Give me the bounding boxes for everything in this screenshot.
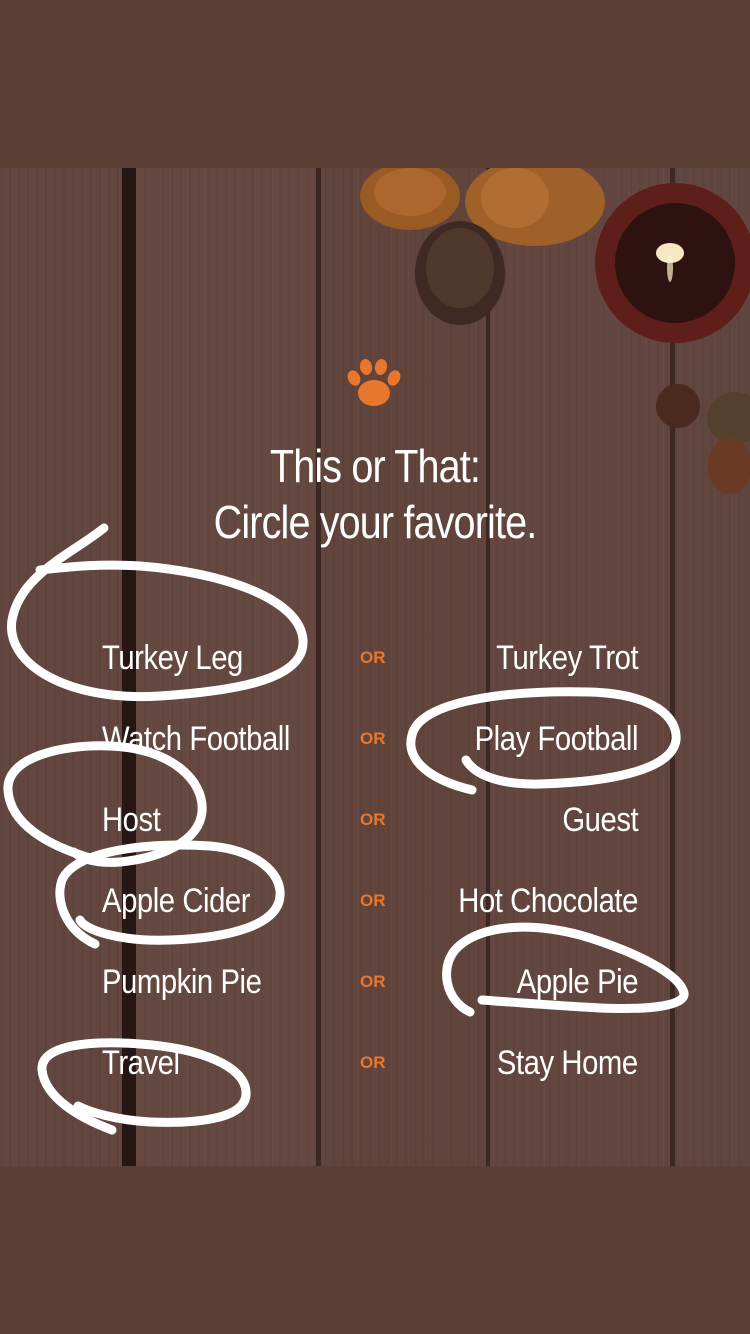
or-label: OR bbox=[360, 972, 386, 991]
or-label: OR bbox=[360, 1053, 386, 1072]
title-line-2: Circle your favorite. bbox=[213, 496, 538, 548]
option-left[interactable]: Apple Cider bbox=[102, 871, 250, 931]
option-left[interactable]: Turkey Leg bbox=[102, 628, 243, 688]
option-left[interactable]: Travel bbox=[102, 1033, 180, 1093]
story-bottom-bar bbox=[0, 1166, 750, 1334]
option-right[interactable]: Stay Home bbox=[497, 1033, 638, 1093]
or-label: OR bbox=[360, 810, 386, 829]
or-label: OR bbox=[360, 729, 386, 748]
option-right[interactable]: Hot Chocolate bbox=[458, 871, 638, 931]
page-title: This or That: Circle your favorite. bbox=[53, 438, 698, 550]
choice-row: Watch Football OR Play Football bbox=[0, 709, 750, 769]
choice-row: Host OR Guest bbox=[0, 790, 750, 850]
option-left[interactable]: Pumpkin Pie bbox=[102, 952, 262, 1012]
option-left[interactable]: Host bbox=[102, 790, 161, 850]
option-right[interactable]: Turkey Trot bbox=[496, 628, 638, 688]
this-or-that-card: This or That: Circle your favorite. Turk… bbox=[0, 168, 750, 1166]
story-top-bar bbox=[0, 0, 750, 168]
choice-row: Apple Cider OR Hot Chocolate bbox=[0, 871, 750, 931]
choice-row: Pumpkin Pie OR Apple Pie bbox=[0, 952, 750, 1012]
choice-row: Turkey Leg OR Turkey Trot bbox=[0, 628, 750, 688]
option-right[interactable]: Apple Pie bbox=[517, 952, 639, 1012]
option-right[interactable]: Play Football bbox=[475, 709, 639, 769]
option-left[interactable]: Watch Football bbox=[102, 709, 290, 769]
or-label: OR bbox=[360, 648, 386, 667]
option-right[interactable]: Guest bbox=[562, 790, 638, 850]
tiger-paw-icon bbox=[347, 359, 401, 406]
choice-row: Travel OR Stay Home bbox=[0, 1033, 750, 1093]
or-label: OR bbox=[360, 891, 386, 910]
title-line-1: This or That: bbox=[269, 440, 481, 492]
